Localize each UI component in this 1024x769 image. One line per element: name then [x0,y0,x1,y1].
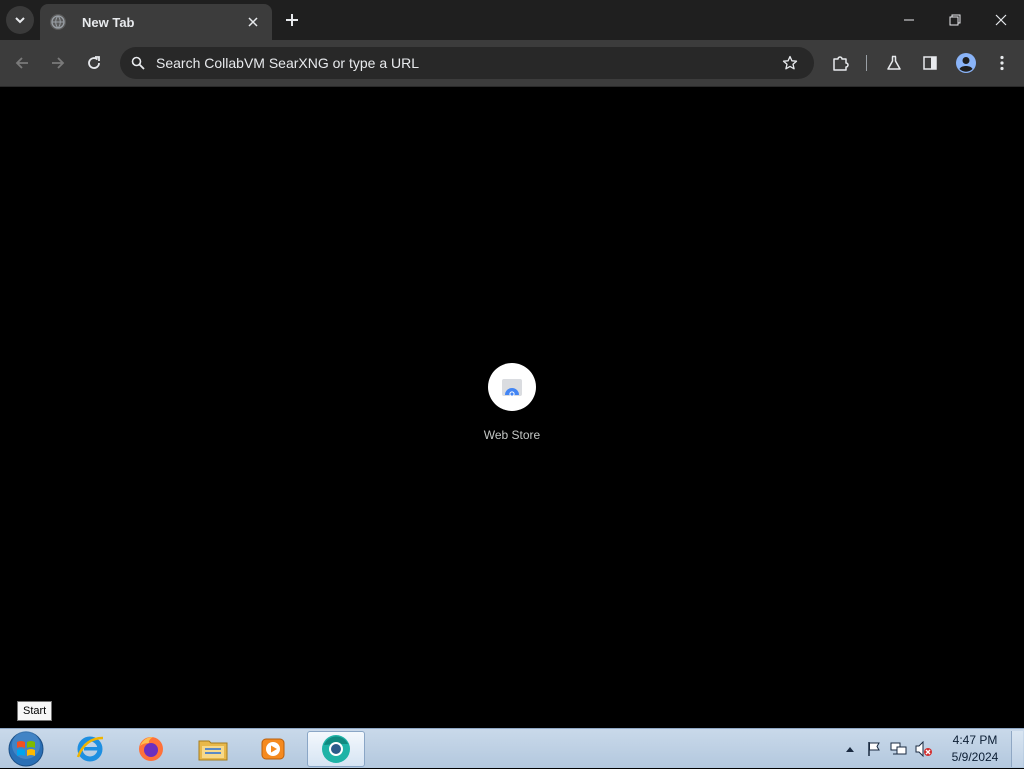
media-player-icon [261,738,285,760]
start-button[interactable] [6,730,46,768]
omnibox[interactable] [120,47,814,79]
clock-date: 5/9/2024 [951,750,999,764]
taskbar: 4:47 PM 5/9/2024 [0,728,1024,768]
new-tab-button[interactable] [280,8,304,32]
chromium-icon [322,735,350,763]
show-hidden-icons-button[interactable] [843,729,857,769]
firefox-icon [139,737,163,761]
shortcut-label: Web Store [483,428,541,442]
reload-button[interactable] [80,49,108,77]
taskbar-media-player[interactable] [244,731,302,767]
browser-toolbar [0,40,1024,86]
toolbar-separator [866,55,867,71]
bookmark-button[interactable] [776,49,804,77]
puzzle-icon [833,56,849,71]
search-icon [128,53,148,73]
plus-icon [286,14,298,26]
star-icon [782,55,798,70]
forward-button[interactable] [44,49,72,77]
flask-icon [887,55,901,70]
web-store-icon [502,379,522,397]
restore-button[interactable] [932,0,978,40]
globe-icon [50,14,66,30]
taskbar-chromium[interactable] [307,731,365,767]
extensions-button[interactable] [826,49,854,77]
internet-explorer-icon [76,736,104,762]
side-panel-icon [923,56,937,70]
taskbar-internet-explorer[interactable] [61,731,119,767]
close-icon [248,17,258,27]
chevron-up-icon [846,747,854,752]
taskbar-clock[interactable]: 4:47 PM 5/9/2024 [940,732,1010,766]
close-icon [995,14,1007,26]
minimize-button[interactable] [886,0,932,40]
network-icon [890,742,907,755]
tab-strip: New Tab [0,0,1024,40]
new-tab-page: Web Store [0,87,1024,728]
minimize-icon [904,19,914,21]
labs-button[interactable] [880,49,908,77]
chevron-down-icon [15,17,25,24]
taskbar-firefox[interactable] [122,731,180,767]
restore-icon [949,14,961,26]
tab-new-tab[interactable]: New Tab [40,4,272,40]
flag-icon [868,742,880,756]
back-button[interactable] [8,49,36,77]
menu-button[interactable] [988,49,1016,77]
side-panel-button[interactable] [916,49,944,77]
profile-button[interactable] [952,49,980,77]
tab-close-button[interactable] [244,13,262,31]
network-button[interactable] [888,729,910,769]
close-window-button[interactable] [978,0,1024,40]
clock-time: 4:47 PM [952,733,998,747]
windows-logo-icon [8,731,44,767]
shortcut-tile [488,363,536,411]
start-tooltip: Start [17,701,53,721]
avatar-icon [956,53,976,73]
shortcut-web-store[interactable]: Web Store [472,363,552,453]
volume-muted-icon [915,741,932,757]
tab-search-button[interactable] [6,6,34,34]
arrow-right-icon [52,57,65,69]
reload-icon [88,56,100,69]
folder-icon [198,740,228,761]
kebab-menu-icon [1000,55,1004,71]
arrow-left-icon [15,57,28,69]
omnibox-input[interactable] [156,55,776,71]
action-center-button[interactable] [864,729,884,769]
show-desktop-button[interactable] [1011,731,1023,767]
taskbar-windows-explorer[interactable] [184,731,242,767]
volume-button[interactable] [913,729,935,769]
tab-title: New Tab [82,14,135,30]
